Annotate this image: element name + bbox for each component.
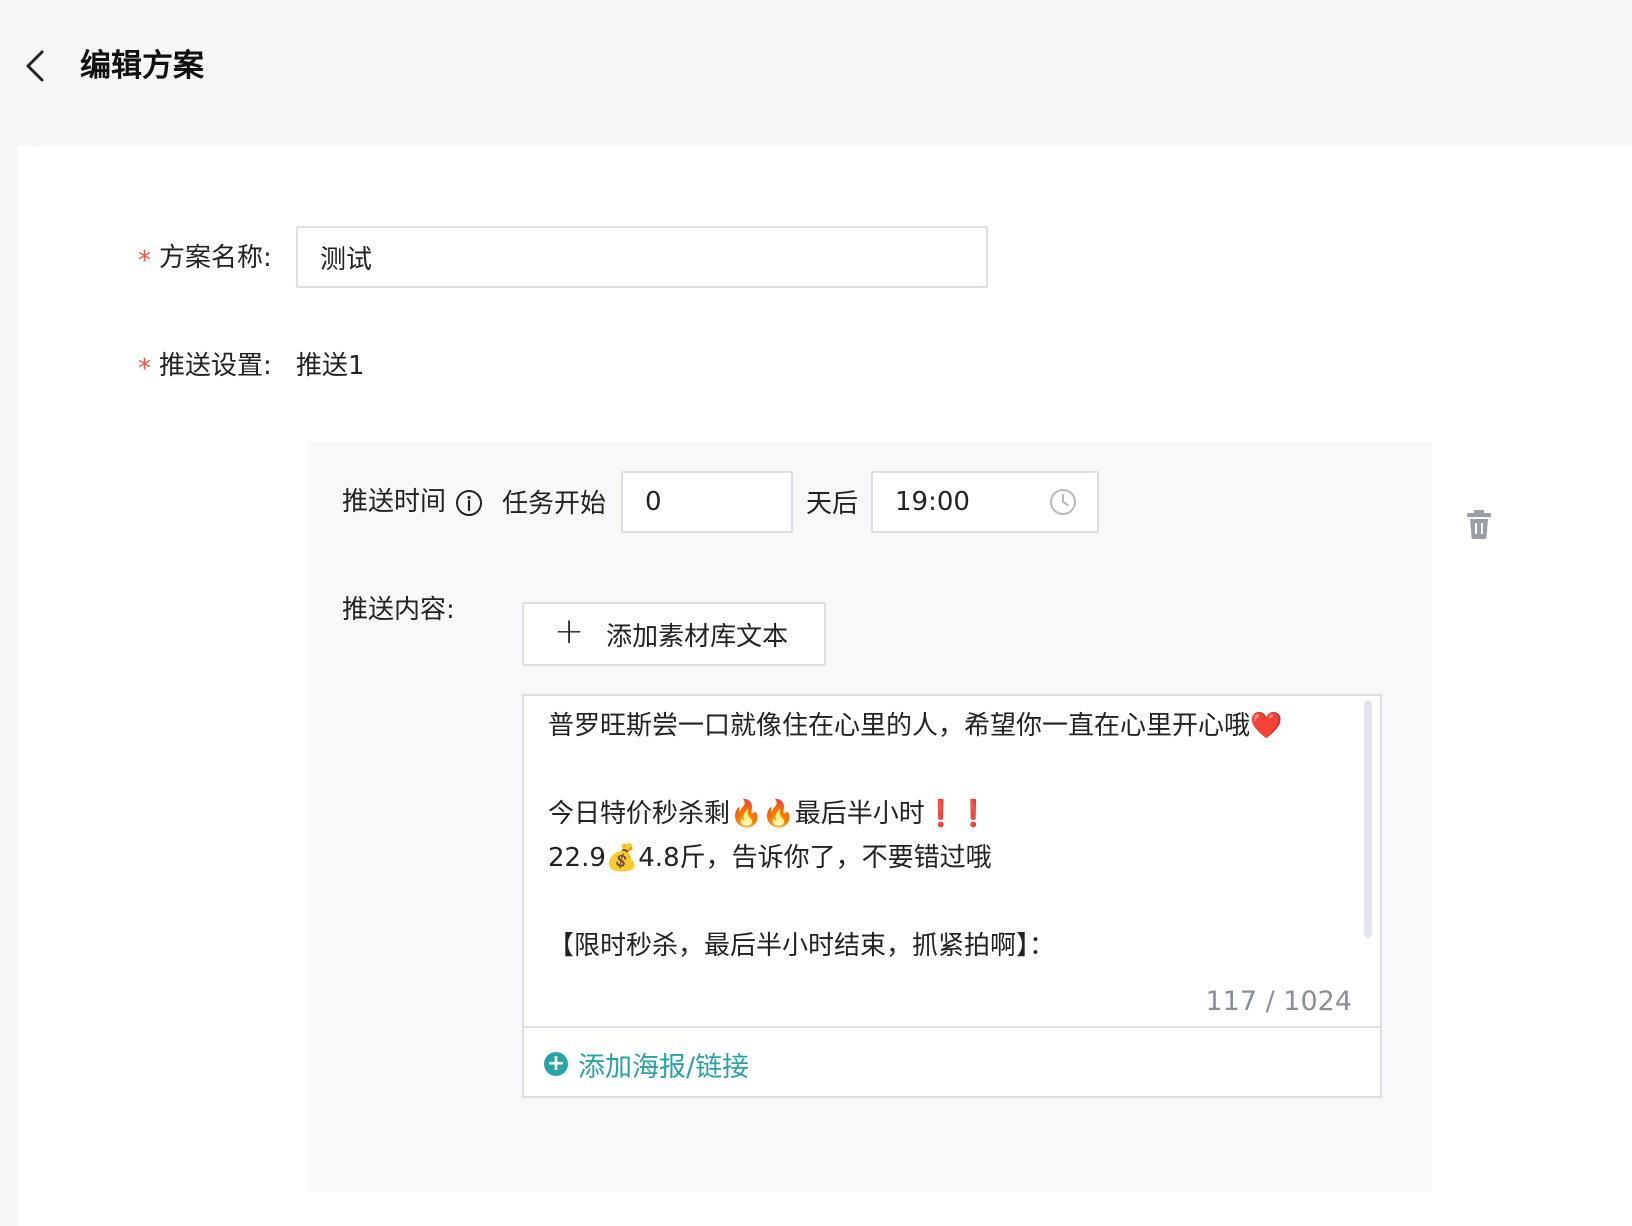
add-poster-link-button[interactable]: + 添加海报/链接 [544,1036,749,1092]
back-button[interactable] [18,44,58,88]
add-poster-label: 添加海报/链接 [578,1051,750,1083]
top-bar: 编辑方案 [0,0,1632,140]
push-settings-label: 推送设置: [159,351,272,381]
plan-name-label-group: * 方案名称: [138,240,272,276]
push-settings-value: 推送1 [296,351,365,381]
push-time-label: 推送时间 [342,487,447,517]
push-settings-label-group: * 推送设置: [138,348,272,384]
time-value: 19:00 [895,487,970,517]
days-after-text: 天后 [806,489,859,519]
content-textarea[interactable]: 普罗旺斯尝一口就像住在心里的人，希望你一直在心里开心哦❤️ 今日特价秒杀剩🔥🔥最… [548,704,1338,960]
time-picker[interactable]: 19:00 [871,471,1099,533]
add-material-label: 添加素材库文本 [606,621,789,652]
info-circle-icon[interactable] [455,489,483,517]
add-material-text-button[interactable]: + 添加素材库文本 [522,602,826,666]
trash-icon [1467,510,1491,539]
push-content-label: 推送内容: [342,595,455,625]
plus-circle-icon: + [544,1052,568,1076]
clock-icon [1050,489,1076,515]
chevron-left-icon [26,50,44,82]
content-editor[interactable]: 普罗旺斯尝一口就像住在心里的人，希望你一直在心里开心哦❤️ 今日特价秒杀剩🔥🔥最… [522,694,1382,1098]
plan-name-value: 测试 [320,244,373,275]
page-title: 编辑方案 [80,48,204,84]
plan-name-label: 方案名称: [159,243,272,273]
required-mark: * [138,246,151,276]
plan-name-input[interactable]: 测试 [296,226,988,288]
editor-scrollbar[interactable] [1364,700,1372,938]
char-counter: 117 / 1024 [1205,986,1352,1017]
plus-icon: + [554,611,585,652]
required-mark: * [138,354,151,384]
days-input[interactable]: 0 [621,471,793,533]
editor-divider [524,1026,1380,1028]
delete-push-button[interactable] [1464,508,1494,540]
days-value: 0 [645,487,662,517]
task-start-text: 任务开始 [502,489,607,519]
